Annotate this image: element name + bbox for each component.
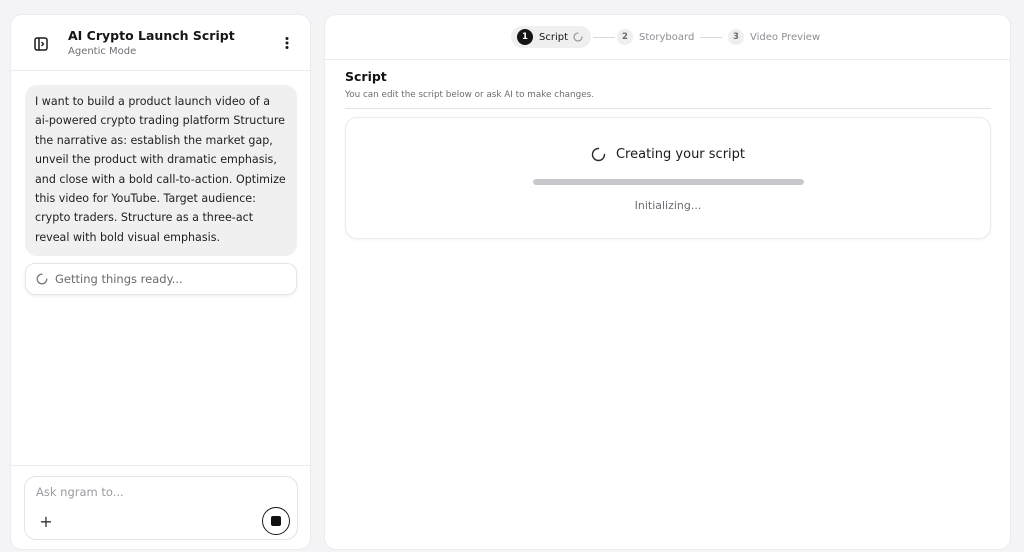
project-title-block: AI Crypto Launch Script Agentic Mode: [68, 28, 235, 57]
app-window: AI Crypto Launch Script Agentic Mode I w…: [0, 0, 1024, 552]
section-divider: [345, 108, 991, 109]
chat-header: AI Crypto Launch Script Agentic Mode: [11, 15, 310, 71]
generation-title: Creating your script: [615, 147, 746, 162]
step-connector: [593, 37, 615, 38]
stop-generation-button[interactable]: [262, 507, 290, 535]
user-message-bubble: I want to build a product launch video o…: [25, 85, 297, 257]
step-number: 2: [617, 29, 633, 45]
add-attachment-button[interactable]: +: [35, 510, 57, 532]
step-label: Storyboard: [639, 31, 695, 43]
stop-icon: [271, 516, 281, 526]
script-generation-card: Creating your script Initializing...: [345, 117, 991, 239]
sidebar-toggle-icon[interactable]: [33, 36, 49, 52]
section-title: Script: [345, 69, 387, 84]
agent-status-text: Getting things ready...: [55, 272, 183, 286]
step-label: Video Preview: [750, 31, 821, 43]
step-number: 1: [517, 29, 533, 45]
generation-title-row: Creating your script: [346, 147, 990, 162]
agent-status-pill: Getting things ready...: [25, 263, 297, 295]
chat-panel: AI Crypto Launch Script Agentic Mode I w…: [10, 14, 311, 550]
step-script[interactable]: 1 Script: [511, 26, 591, 48]
progress-stepper: 1 Script 2 Storyboard 3 Video Preview: [325, 15, 1010, 60]
step-number: 3: [728, 29, 744, 45]
chat-composer: +: [24, 476, 298, 540]
generation-progress-bar: [533, 179, 804, 185]
plus-icon: +: [39, 511, 53, 531]
step-video-preview[interactable]: 3 Video Preview: [728, 26, 820, 48]
chat-input[interactable]: [36, 483, 276, 501]
step-connector: [700, 37, 722, 38]
composer-divider: [11, 465, 310, 466]
spinner-icon: [573, 32, 583, 42]
section-subtitle: You can edit the script below or ask AI …: [345, 90, 594, 100]
project-mode: Agentic Mode: [68, 46, 137, 57]
editor-panel: 1 Script 2 Storyboard 3 Video Preview Sc…: [324, 14, 1011, 550]
more-vertical-icon: [285, 37, 289, 49]
step-label: Script: [539, 31, 569, 43]
project-title: AI Crypto Launch Script: [68, 28, 235, 43]
generation-status: Initializing...: [634, 199, 702, 212]
step-storyboard[interactable]: 2 Storyboard: [617, 26, 694, 48]
more-options-button[interactable]: [278, 33, 296, 53]
generation-progress-fill: [533, 179, 804, 185]
spinner-icon: [591, 147, 606, 162]
spinner-icon: [36, 273, 48, 285]
